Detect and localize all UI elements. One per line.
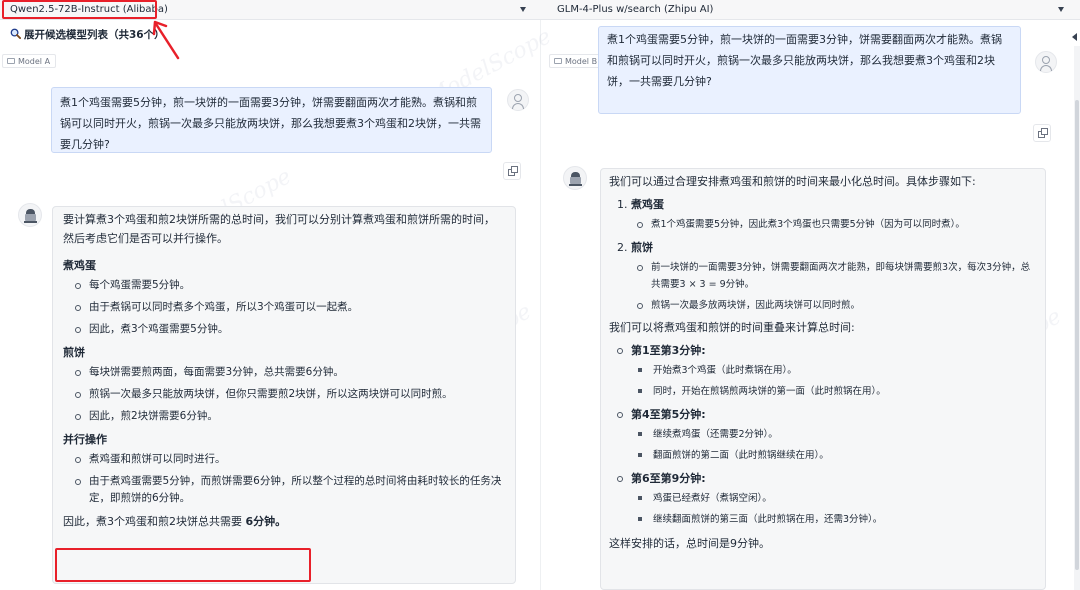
list-item: 因此，煎2块饼需要6分钟。 <box>75 408 505 425</box>
final-answer-highlight-box <box>55 548 311 582</box>
copy-icon[interactable] <box>1033 124 1051 142</box>
scrollbar-thumb[interactable] <box>1075 100 1079 570</box>
model-b-answer: 我们可以通过合理安排煮鸡蛋和煎饼的时间来最小化总时间。具体步骤如下: 1. 煮鸡… <box>600 168 1046 590</box>
final-answer: 因此，煮3个鸡蛋和煎2块饼总共需要 6分钟。 <box>63 512 505 532</box>
list-item: 因此，煮3个鸡蛋需要5分钟。 <box>75 321 505 338</box>
answer-intro: 要计算煮3个鸡蛋和煎2块饼所需的总时间，我们可以分别计算煮鸡蛋和煎饼所需的时间，… <box>63 213 495 245</box>
list-item: 由于煮锅可以同时煮多个鸡蛋，所以3个鸡蛋可以一起煮。 <box>75 299 505 316</box>
step-item: 2. 煎饼 前一块饼的一面需要3分钟，饼需要翻面两次才能熟，即每块饼需要煎3次，… <box>617 237 1037 314</box>
section-title: 煮鸡蛋 <box>63 259 96 272</box>
panel-label-text: Model A <box>18 57 51 66</box>
model-b-select-label: GLM-4-Plus w/search (Zhipu AI) <box>557 4 714 15</box>
list-item: 煮鸡蛋和煎饼可以同时进行。 <box>75 451 505 468</box>
list-item: 由于煮鸡蛋需要5分钟，而煎饼需要6分钟，所以整个过程的总时间将由耗时较长的任务决… <box>75 473 505 507</box>
phase-item: 第4至第5分钟: 继续煮鸡蛋（还需要2分钟）。 翻面煎饼的第二面（此时煎锅继续在… <box>617 404 1037 464</box>
phase-detail-list: 开始煮3个鸡蛋（此时煮锅在用）。 同时，开始在煎锅煎两块饼的第一面（此时煎锅在用… <box>631 362 1037 400</box>
section-title: 并行操作 <box>63 433 107 446</box>
list-item: 继续煮鸡蛋（还需要2分钟）。 <box>638 426 1037 443</box>
copy-icon[interactable] <box>503 162 521 180</box>
list-item: 同时，开始在煎锅煎两块饼的第一面（此时煎锅在用）。 <box>638 383 1037 400</box>
step-item: 1. 煮鸡蛋 煮1个鸡蛋需要5分钟，因此煮3个鸡蛋也只需要5分钟（因为可以同时煮… <box>617 194 1037 233</box>
step-detail-list: 前一块饼的一面需要3分钟，饼需要翻面两次才能熟，即每块饼需要煎3次，每次3分钟，… <box>631 259 1037 314</box>
expand-candidates-button[interactable]: 展开候选模型列表（共36个） <box>10 27 165 43</box>
list-item: 煎锅一次最多放两块饼，因此两块饼可以同时煎。 <box>637 297 1037 314</box>
phase-item: 第1至第3分钟: 开始煮3个鸡蛋（此时煮锅在用）。 同时，开始在煎锅煎两块饼的第… <box>617 340 1037 400</box>
bot-avatar <box>563 166 587 190</box>
panel-label-model-b: Model B <box>549 54 604 68</box>
user-question-a: 煮1个鸡蛋需要5分钟，煎一块饼的一面需要3分钟，饼需要翻面两次才能熟。煮锅和煎锅… <box>51 87 492 153</box>
section-title: 煎饼 <box>63 346 85 359</box>
phase-detail-list: 鸡蛋已经煮好（煮锅空闲）。 继续翻面煎饼的第三面（此时煎锅在用，还需3分钟）。 <box>631 490 1037 528</box>
annotation-arrow-icon <box>152 20 180 60</box>
final-answer-text: 因此，煮3个鸡蛋和煎2块饼总共需要 <box>63 515 246 528</box>
model-a-answer: 要计算煮3个鸡蛋和煎2块饼所需的总时间，我们可以分别计算煮鸡蛋和煎饼所需的时间，… <box>52 206 516 584</box>
user-question-b: 煮1个鸡蛋需要5分钟，煎一块饼的一面需要3分钟，饼需要翻面两次才能熟。煮锅和煎锅… <box>598 26 1021 114</box>
user-avatar <box>1035 51 1057 73</box>
answer-intro: 我们可以通过合理安排煮鸡蛋和煎饼的时间来最小化总时间。具体步骤如下: <box>609 175 976 188</box>
list-item: 继续翻面煎饼的第三面（此时煎锅在用，还需3分钟）。 <box>638 511 1037 528</box>
model-b-dropdown-icon[interactable] <box>1058 7 1064 12</box>
list-item: 煎锅一次最多只能放两块饼，但你只需要煎2块饼，所以这两块饼可以同时煎。 <box>75 386 505 403</box>
section-list: 煮鸡蛋和煎饼可以同时进行。 由于煮鸡蛋需要5分钟，而煎饼需要6分钟，所以整个过程… <box>63 451 505 507</box>
collapse-panel-icon[interactable] <box>1072 33 1077 41</box>
step-title: 煮鸡蛋 <box>631 198 664 211</box>
panel-label-text: Model B <box>565 57 598 66</box>
phase-title: 第4至第5分钟: <box>631 408 706 421</box>
chat-icon <box>554 58 562 64</box>
model-a-dropdown-icon[interactable] <box>520 7 526 12</box>
step-title: 煎饼 <box>631 241 653 254</box>
model-selector-bar: Qwen2.5-72B-Instruct (Alibaba) GLM-4-Plu… <box>0 0 1080 20</box>
chat-icon <box>7 58 15 64</box>
list-item: 前一块饼的一面需要3分钟，饼需要翻面两次才能熟，即每块饼需要煎3次，每次3分钟，… <box>637 259 1037 293</box>
step-number: 1. <box>617 198 628 211</box>
panel-label-model-a: Model A <box>2 54 57 68</box>
list-item: 开始煮3个鸡蛋（此时煮锅在用）。 <box>638 362 1037 379</box>
user-avatar <box>507 89 529 111</box>
list-item: 鸡蛋已经煮好（煮锅空闲）。 <box>638 490 1037 507</box>
list-item: 煮1个鸡蛋需要5分钟，因此煮3个鸡蛋也只需要5分钟（因为可以同时煮）。 <box>637 216 1037 233</box>
list-item: 翻面煎饼的第二面（此时煎锅继续在用）。 <box>638 447 1037 464</box>
phase-title: 第1至第3分钟: <box>631 344 706 357</box>
phase-detail-list: 继续煮鸡蛋（还需要2分钟）。 翻面煎饼的第二面（此时煎锅继续在用）。 <box>631 426 1037 464</box>
phase-title: 第6至第9分钟: <box>631 472 706 485</box>
model-b-select[interactable]: GLM-4-Plus w/search (Zhipu AI) <box>547 0 1080 20</box>
phase-item: 第6至第9分钟: 鸡蛋已经煮好（煮锅空闲）。 继续翻面煎饼的第三面（此时煎锅在用… <box>617 468 1037 528</box>
section-list: 每个鸡蛋需要5分钟。 由于煮锅可以同时煮多个鸡蛋，所以3个鸡蛋可以一起煮。 因此… <box>63 277 505 338</box>
search-icon <box>10 28 21 39</box>
step-detail-list: 煮1个鸡蛋需要5分钟，因此煮3个鸡蛋也只需要5分钟（因为可以同时煮）。 <box>631 216 1037 233</box>
answer-conclusion: 这样安排的话，总时间是9分钟。 <box>609 537 770 550</box>
expand-candidates-row: 展开候选模型列表（共36个） <box>0 24 540 46</box>
answer-paragraph: 我们可以将煮鸡蛋和煎饼的时间重叠来计算总时间: <box>609 321 855 334</box>
section-list: 每块饼需要煎两面，每面需要3分钟，总共需要6分钟。 煎锅一次最多只能放两块饼，但… <box>63 364 505 425</box>
phase-list: 第1至第3分钟: 开始煮3个鸡蛋（此时煮锅在用）。 同时，开始在煎锅煎两块饼的第… <box>609 340 1037 528</box>
list-item: 每块饼需要煎两面，每面需要3分钟，总共需要6分钟。 <box>75 364 505 381</box>
list-item: 每个鸡蛋需要5分钟。 <box>75 277 505 294</box>
panel-divider <box>540 20 541 590</box>
final-answer-value: 6分钟。 <box>245 515 287 528</box>
model-a-highlight-box <box>2 0 157 19</box>
bot-avatar <box>18 203 42 227</box>
step-list: 1. 煮鸡蛋 煮1个鸡蛋需要5分钟，因此煮3个鸡蛋也只需要5分钟（因为可以同时煮… <box>609 194 1037 314</box>
step-number: 2. <box>617 241 628 254</box>
expand-candidates-label: 展开候选模型列表（共36个） <box>24 29 165 41</box>
